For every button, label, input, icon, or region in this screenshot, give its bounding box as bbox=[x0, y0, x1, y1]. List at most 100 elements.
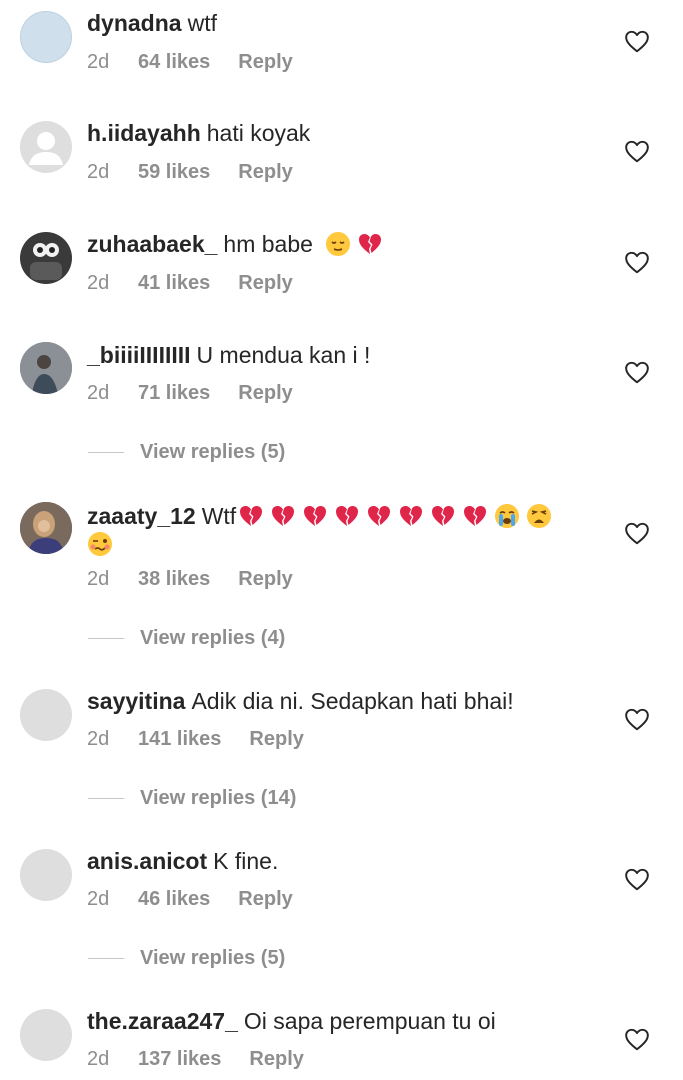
avatar[interactable] bbox=[20, 849, 72, 901]
timestamp: 2d bbox=[87, 51, 110, 73]
heart-icon[interactable] bbox=[624, 867, 650, 891]
view-replies-label: View replies (4) bbox=[140, 627, 286, 649]
broken-heart-emoji bbox=[400, 506, 423, 526]
broken-heart-emoji bbox=[368, 506, 391, 526]
comment-meta: 2d 38 likes Reply bbox=[87, 568, 293, 591]
view-replies-button[interactable]: View replies (4) bbox=[88, 627, 285, 650]
reply-button[interactable]: Reply bbox=[238, 272, 292, 295]
likes-count[interactable]: 46 likes bbox=[138, 888, 210, 911]
relieved-face-emoji bbox=[326, 232, 351, 256]
broken-heart-emoji bbox=[432, 506, 455, 526]
reply-button[interactable]: Reply bbox=[238, 568, 292, 591]
username[interactable]: zuhaabaek_ bbox=[87, 231, 217, 257]
heart-icon[interactable] bbox=[624, 1027, 650, 1051]
likes-count[interactable]: 38 likes bbox=[138, 568, 210, 591]
likes-count[interactable]: 137 likes bbox=[138, 1048, 221, 1071]
replies-divider bbox=[88, 452, 124, 453]
default-avatar-icon bbox=[29, 132, 63, 165]
broken-heart-emoji bbox=[240, 506, 263, 526]
comment-body: wtf bbox=[187, 10, 217, 36]
comment-meta: 2d 41 likes Reply bbox=[87, 272, 293, 295]
comment-meta: 2d 71 likes Reply bbox=[87, 382, 293, 405]
broken-heart-emoji bbox=[304, 506, 327, 526]
likes-count[interactable]: 64 likes bbox=[138, 51, 210, 74]
likes-count[interactable]: 141 likes bbox=[138, 728, 221, 751]
avatar[interactable] bbox=[20, 11, 72, 63]
comment-meta: 2d 46 likes Reply bbox=[87, 888, 293, 911]
replies-divider bbox=[88, 798, 124, 799]
username[interactable]: zaaaty_12 bbox=[87, 503, 196, 529]
reply-button[interactable]: Reply bbox=[238, 382, 292, 405]
loudly-crying-face-emoji bbox=[495, 504, 520, 528]
heart-icon[interactable] bbox=[624, 521, 650, 545]
timestamp: 2d bbox=[87, 728, 110, 750]
view-replies-label: View replies (5) bbox=[140, 441, 286, 463]
comment-text: dynadna wtf bbox=[87, 9, 587, 37]
reply-button[interactable]: Reply bbox=[238, 161, 292, 184]
comment-text: anis.anicot K fine. bbox=[87, 847, 587, 875]
reply-button[interactable]: Reply bbox=[238, 888, 292, 911]
reply-button[interactable]: Reply bbox=[238, 51, 292, 74]
timestamp: 2d bbox=[87, 272, 110, 294]
comment-body: Adik dia ni. Sedapkan hati bhai! bbox=[191, 688, 514, 714]
comment-body: hm babe bbox=[223, 231, 313, 257]
timestamp: 2d bbox=[87, 1048, 110, 1070]
avatar[interactable] bbox=[20, 1009, 72, 1061]
view-replies-button[interactable]: View replies (5) bbox=[88, 947, 285, 970]
comment-text: the.zaraa247_ Oi sapa perempuan tu oi bbox=[87, 1007, 587, 1035]
timestamp: 2d bbox=[87, 888, 110, 910]
likes-count[interactable]: 59 likes bbox=[138, 161, 210, 184]
comment-body: U mendua kan i ! bbox=[196, 342, 371, 368]
timestamp: 2d bbox=[87, 161, 110, 183]
likes-count[interactable]: 71 likes bbox=[138, 382, 210, 405]
comment-body: Wtf bbox=[201, 503, 237, 529]
view-replies-label: View replies (14) bbox=[140, 787, 297, 809]
avatar[interactable] bbox=[20, 502, 72, 554]
broken-heart-emoji bbox=[464, 506, 487, 526]
username[interactable]: the.zaraa247_ bbox=[87, 1008, 238, 1034]
reply-button[interactable]: Reply bbox=[249, 1048, 303, 1071]
user-photo-avatar-icon bbox=[20, 342, 72, 394]
comment-meta: 2d 137 likes Reply bbox=[87, 1048, 304, 1071]
reply-button[interactable]: Reply bbox=[249, 728, 303, 751]
avatar[interactable] bbox=[20, 342, 72, 394]
view-replies-button[interactable]: View replies (14) bbox=[88, 787, 296, 810]
broken-heart-emoji bbox=[336, 506, 359, 526]
replies-divider bbox=[88, 638, 124, 639]
comment-text: h.iidayahh hati koyak bbox=[87, 119, 587, 147]
heart-icon[interactable] bbox=[624, 139, 650, 163]
comment-text: zuhaabaek_ hm babe bbox=[87, 230, 587, 258]
replies-divider bbox=[88, 958, 124, 959]
avatar[interactable] bbox=[20, 121, 72, 173]
username[interactable]: dynadna bbox=[87, 10, 182, 36]
heart-icon[interactable] bbox=[624, 707, 650, 731]
view-replies-button[interactable]: View replies (5) bbox=[88, 441, 285, 464]
username[interactable]: _biiiiIIIIIIII bbox=[87, 342, 191, 368]
timestamp: 2d bbox=[87, 568, 110, 590]
broken-heart-emoji bbox=[359, 234, 382, 254]
comment-body: hati koyak bbox=[206, 120, 311, 146]
avatar[interactable] bbox=[20, 689, 72, 741]
heart-icon[interactable] bbox=[624, 29, 650, 53]
comment-text: _biiiiIIIIIIII U mendua kan i ! bbox=[87, 341, 587, 369]
likes-count[interactable]: 41 likes bbox=[138, 272, 210, 295]
comment-meta: 2d 141 likes Reply bbox=[87, 728, 304, 751]
comment-text: zaaaty_12 Wtf bbox=[87, 502, 577, 558]
comment-meta: 2d 64 likes Reply bbox=[87, 51, 293, 74]
comment-meta: 2d 59 likes Reply bbox=[87, 161, 293, 184]
comment-body: K fine. bbox=[213, 848, 279, 874]
username[interactable]: anis.anicot bbox=[87, 848, 207, 874]
username[interactable]: sayyitina bbox=[87, 688, 185, 714]
woozy-face-emoji bbox=[88, 532, 112, 556]
comment-text: sayyitina Adik dia ni. Sedapkan hati bhai… bbox=[87, 687, 587, 715]
avatar[interactable] bbox=[20, 232, 72, 284]
heart-icon[interactable] bbox=[624, 250, 650, 274]
view-replies-label: View replies (5) bbox=[140, 947, 286, 969]
weary-face-emoji bbox=[527, 504, 552, 528]
broken-heart-emoji bbox=[272, 506, 295, 526]
username[interactable]: h.iidayahh bbox=[87, 120, 201, 146]
user-photo-avatar-icon bbox=[20, 502, 72, 554]
panda-avatar-icon bbox=[30, 243, 62, 280]
comment-body: Oi sapa perempuan tu oi bbox=[243, 1008, 496, 1034]
heart-icon[interactable] bbox=[624, 360, 650, 384]
